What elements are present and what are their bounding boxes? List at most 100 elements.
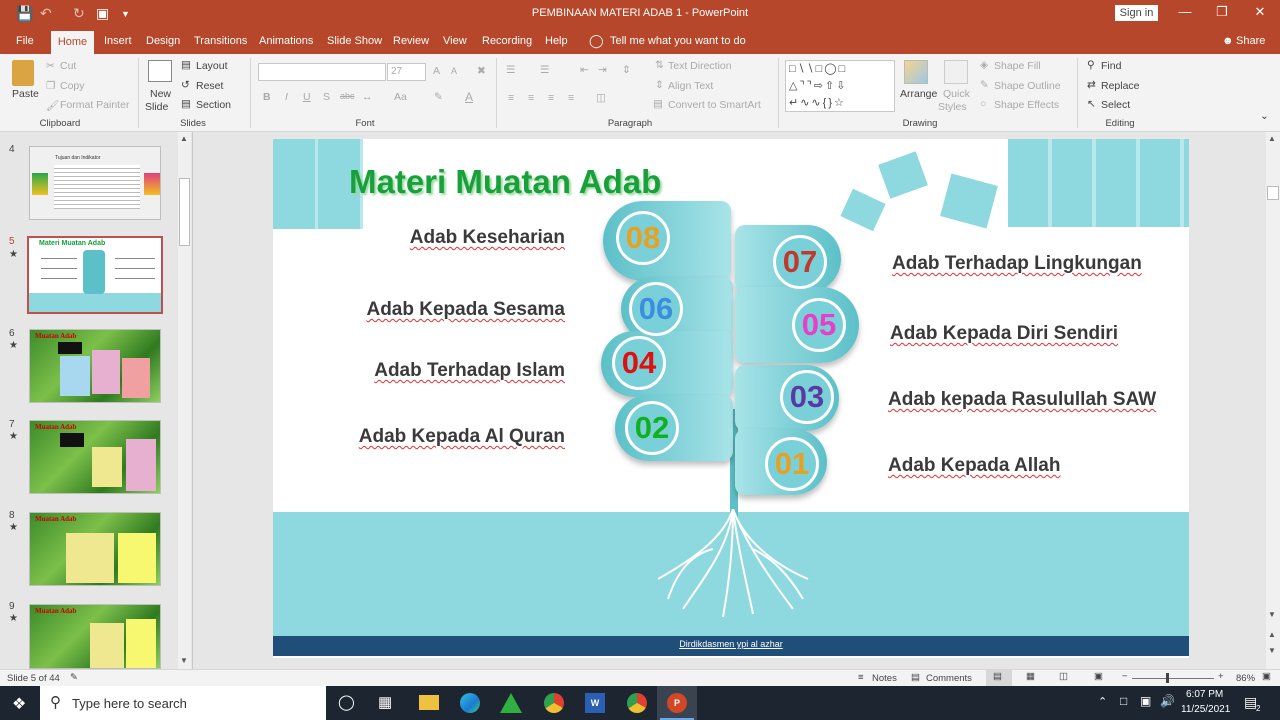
item-label[interactable]: Adab Kepada Sesama — [366, 299, 565, 321]
reset-icon[interactable]: ↺ — [181, 79, 190, 91]
paste-icon[interactable] — [12, 60, 34, 86]
comments-button[interactable]: Comments — [926, 673, 972, 684]
new-slide-button[interactable]: New — [150, 88, 171, 100]
network-icon[interactable]: □ — [1120, 694, 1127, 708]
slide-thumbnail-9[interactable]: Muatan Adab — [29, 604, 161, 669]
show-hidden-icons[interactable]: ⌃ — [1098, 695, 1107, 708]
share-icon[interactable]: ☻ — [1222, 35, 1234, 47]
normal-view-icon[interactable]: ▤ — [993, 671, 1002, 682]
powerpoint-icon[interactable]: P — [667, 693, 687, 713]
layout-icon[interactable]: ▤ — [181, 59, 191, 71]
chrome-icon[interactable] — [544, 693, 564, 713]
zoom-level[interactable]: 86% — [1236, 673, 1255, 684]
item-label[interactable]: Adab Terhadap Lingkungan — [892, 253, 1142, 275]
notes-button[interactable]: Notes — [872, 673, 897, 684]
slide-show-icon[interactable]: ▣ — [1094, 671, 1103, 682]
tell-me-search[interactable]: Tell me what you want to do — [610, 35, 746, 47]
smartart-icon[interactable]: ▤ — [653, 98, 663, 110]
minimize-icon[interactable]: — — [1175, 4, 1195, 19]
text-direction-button[interactable]: Text Direction — [668, 60, 732, 72]
item-label[interactable]: Adab Terhadap Islam — [374, 360, 565, 382]
section-icon[interactable]: ▤ — [181, 98, 191, 110]
slide-thumbnail-6[interactable]: Muatan Adab — [29, 329, 161, 403]
columns-icon[interactable]: ◫ — [596, 92, 606, 104]
section-button[interactable]: Section — [196, 99, 231, 111]
notes-icon[interactable]: ≡ — [858, 672, 864, 683]
highlight-icon[interactable]: ✎ — [434, 91, 443, 103]
change-case-button[interactable]: Aa — [394, 91, 407, 103]
battery-icon[interactable]: ▣ — [1140, 694, 1151, 708]
slide-canvas[interactable]: Materi Muatan Adab Dirdikdasmen ypi al a… — [273, 139, 1189, 658]
strikethrough-button[interactable]: abc — [340, 91, 355, 101]
volume-icon[interactable]: 🔊 — [1160, 694, 1175, 708]
clear-formatting-icon[interactable]: ✖ — [477, 65, 486, 77]
chrome-icon-2[interactable] — [627, 693, 647, 713]
paste-button[interactable]: Paste — [12, 88, 39, 100]
char-spacing-icon[interactable]: ↔ — [362, 91, 373, 103]
close-icon[interactable]: ✕ — [1250, 4, 1270, 20]
edge-icon[interactable] — [460, 693, 480, 713]
tab-file[interactable]: File — [16, 35, 34, 47]
align-left-icon[interactable]: ≡ — [508, 92, 514, 104]
clock-date[interactable]: 11/25/2021 — [1181, 704, 1230, 715]
tab-help[interactable]: Help — [545, 35, 568, 47]
item-label[interactable]: Adab Kepada Allah — [888, 455, 1060, 477]
bold-button[interactable]: B — [263, 91, 271, 103]
tab-view[interactable]: View — [443, 35, 467, 47]
tab-insert[interactable]: Insert — [104, 35, 132, 47]
numbering-icon[interactable]: ☰ — [540, 64, 549, 76]
fit-slide-icon[interactable]: ▣ — [1262, 671, 1271, 682]
shape-fill-button[interactable]: Shape Fill — [994, 60, 1041, 72]
justify-icon[interactable]: ≡ — [568, 92, 574, 104]
collapse-ribbon-icon[interactable]: ⌄ — [1260, 110, 1269, 122]
reading-view-icon[interactable]: ◫ — [1059, 671, 1068, 682]
copy-button[interactable]: Copy — [60, 80, 85, 92]
zoom-out-icon[interactable]: − — [1122, 671, 1128, 682]
tab-home[interactable]: Home — [51, 31, 94, 54]
item-label[interactable]: Adab Kepada Al Quran — [359, 426, 565, 448]
tab-design[interactable]: Design — [146, 35, 180, 47]
bullets-icon[interactable]: ☰ — [506, 64, 515, 76]
line-spacing-icon[interactable]: ⇕ — [622, 64, 631, 76]
quick-styles-button-line2[interactable]: Styles — [938, 101, 967, 113]
increase-indent-icon[interactable]: ⇥ — [598, 64, 607, 76]
windows-start-icon[interactable]: ❖ — [12, 694, 26, 714]
font-size-box[interactable]: 27 — [387, 63, 426, 81]
align-center-icon[interactable]: ≡ — [528, 92, 534, 104]
scroll-down-icon[interactable]: ▼ — [1268, 610, 1276, 619]
reset-button[interactable]: Reset — [196, 80, 223, 92]
sign-in-button[interactable]: Sign in — [1115, 5, 1158, 21]
tab-slide-show[interactable]: Slide Show — [327, 35, 382, 47]
find-icon[interactable]: ⚲ — [1087, 59, 1095, 71]
slide-title[interactable]: Materi Muatan Adab — [349, 163, 661, 201]
item-label[interactable]: Adab Kepada Diri Sendiri — [890, 323, 1118, 345]
scroll-up-icon[interactable]: ▲ — [180, 134, 188, 143]
comments-icon[interactable]: ▤ — [911, 672, 920, 683]
grow-font-button[interactable]: A — [433, 65, 440, 77]
new-slide-icon[interactable] — [148, 60, 172, 82]
select-button[interactable]: Select — [1101, 99, 1130, 111]
word-icon[interactable]: W — [585, 693, 605, 713]
scrollbar-thumb[interactable] — [1267, 186, 1279, 200]
shape-effects-icon[interactable]: ○ — [980, 98, 986, 110]
format-painter-button[interactable]: Format Painter — [60, 99, 129, 111]
item-label[interactable]: Adab kepada Rasulullah SAW — [888, 389, 1156, 411]
slide-thumbnail-4[interactable]: Tujuan dan Indikator — [29, 146, 161, 220]
cortana-icon[interactable]: ◯ — [338, 693, 355, 711]
slide-sorter-icon[interactable]: ▦ — [1026, 671, 1035, 682]
arrange-button[interactable]: Arrange — [900, 88, 937, 100]
shape-outline-icon[interactable]: ✎ — [980, 79, 989, 91]
app-triangle-icon[interactable] — [500, 693, 522, 713]
previous-slide-icon[interactable]: ▲ — [1268, 630, 1276, 639]
scrollbar-thumb[interactable] — [179, 178, 190, 246]
tab-animations[interactable]: Animations — [259, 35, 313, 47]
tab-review[interactable]: Review — [393, 35, 429, 47]
new-slide-button-line2[interactable]: Slide — [145, 101, 168, 113]
font-name-box[interactable] — [258, 63, 386, 81]
arrange-icon[interactable] — [904, 60, 928, 84]
italic-button[interactable]: I — [285, 91, 288, 103]
spelling-check-icon[interactable]: ✎ — [70, 672, 78, 683]
scroll-up-icon[interactable]: ▲ — [1268, 134, 1276, 143]
copy-icon[interactable]: ❐ — [46, 80, 55, 92]
align-text-icon[interactable]: ⇕ — [655, 79, 664, 91]
